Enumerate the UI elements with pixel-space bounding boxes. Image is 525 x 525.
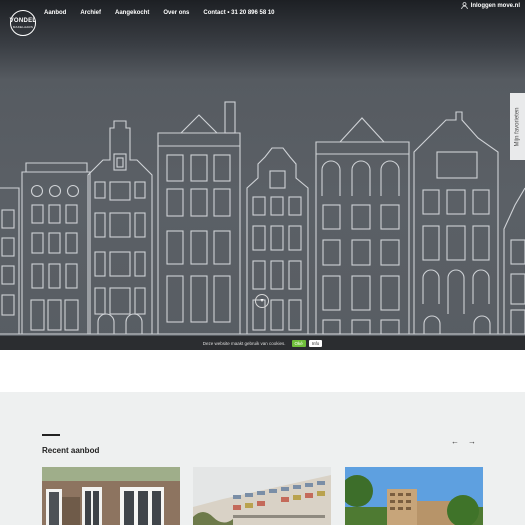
login-label: Inloggen move.nl <box>470 2 520 9</box>
favorites-tab-label: Mijn favorieten <box>514 106 521 147</box>
logo-line2: MAKELAARS <box>12 24 34 29</box>
section-divider <box>42 434 60 436</box>
listing-card-photo[interactable] <box>193 467 331 525</box>
nav-item-aangekocht[interactable]: Aangekocht <box>115 10 149 16</box>
arrow-right-icon[interactable]: → <box>468 437 476 446</box>
user-icon <box>461 2 468 9</box>
listing-card-photo[interactable] <box>42 467 180 525</box>
cookie-info-button[interactable]: Info <box>308 339 323 347</box>
chevron-down-icon: ▾ <box>260 298 264 304</box>
recent-listings-section: Recent aanbod ← → <box>0 392 525 525</box>
cookie-message: Deze website maakt gebruik van cookies. <box>202 340 286 346</box>
main-nav: Aanbod Archief Aangekocht Over ons Conta… <box>44 10 289 16</box>
cookie-accept-button[interactable]: Oké <box>291 339 306 347</box>
scroll-down-button[interactable]: ▾ <box>255 294 269 308</box>
logo[interactable]: VONDEL MAKELAARS <box>10 10 36 36</box>
hero-banner: VONDEL MAKELAARS Aanbod Archief Aangekoc… <box>0 0 525 350</box>
listing-card-photo[interactable] <box>345 467 483 525</box>
cookie-bar: Deze website maakt gebruik van cookies. … <box>0 336 525 350</box>
login-link[interactable]: Inloggen move.nl <box>461 2 520 9</box>
carousel-controls: ← → <box>451 437 476 446</box>
nav-item-over-ons[interactable]: Over ons <box>163 10 189 16</box>
logo-line1: VONDEL <box>9 17 37 24</box>
favorites-tab[interactable]: Mijn favorieten <box>510 93 525 160</box>
arrow-left-icon[interactable]: ← <box>451 437 459 446</box>
nav-item-contact[interactable]: Contact • 31 20 896 58 10 <box>203 10 274 16</box>
nav-item-aanbod[interactable]: Aanbod <box>44 10 66 16</box>
section-title: Recent aanbod <box>42 446 100 455</box>
nav-item-archief[interactable]: Archief <box>80 10 101 16</box>
